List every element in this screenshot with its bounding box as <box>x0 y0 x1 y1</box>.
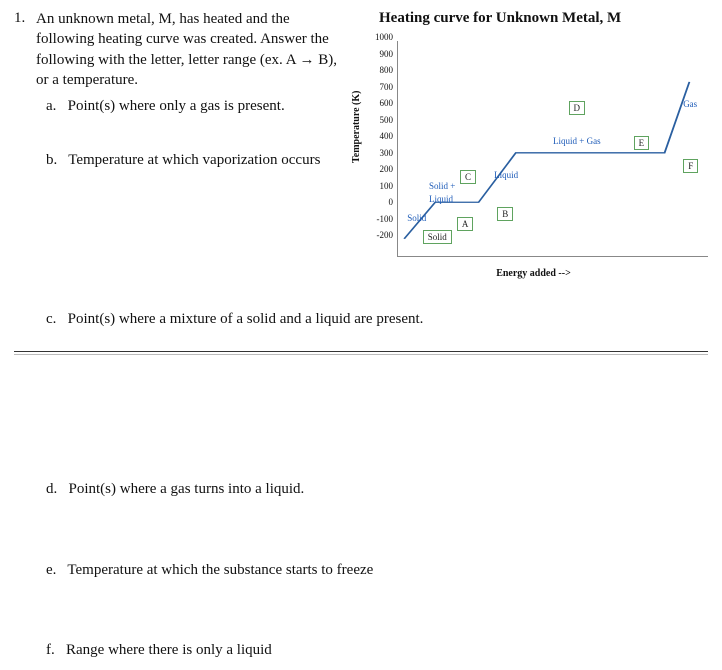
part-e-text: Temperature at which the substance start… <box>67 562 373 578</box>
label-E: E <box>634 136 650 150</box>
part-d: d. Point(s) where a gas turns into a liq… <box>64 479 708 499</box>
part-d-letter: d. <box>46 481 57 497</box>
part-c-letter: c. <box>46 311 56 327</box>
part-b: b. Temperature at which vaporization occ… <box>64 150 349 170</box>
y-axis-label: Temperature (K) <box>351 91 362 164</box>
label-B: B <box>497 207 513 221</box>
question-stem: An unknown metal, M, has heated and the … <box>36 9 349 90</box>
seg-solid: Solid <box>407 213 426 223</box>
question-number: 1. <box>14 10 36 27</box>
x-axis-label: Energy added --> <box>359 268 708 279</box>
part-a: a. Point(s) where only a gas is present. <box>64 96 349 116</box>
part-f-text: Range where there is only a liquid <box>66 642 272 658</box>
seg-gas: Gas <box>683 99 697 109</box>
seg-liquid: Liquid <box>494 170 518 180</box>
heating-curve-chart: Temperature (K) 1000 900 800 700 600 500… <box>359 33 708 293</box>
seg-liquid-gas: Liquid + Gas <box>553 136 601 146</box>
part-a-letter: a. <box>46 98 56 114</box>
label-C: C <box>460 170 476 184</box>
curve-svg <box>398 41 708 256</box>
part-f-letter: f. <box>46 642 55 658</box>
part-f: f. Range where there is only a liquid <box>64 640 708 660</box>
divider-1b <box>14 354 708 355</box>
seg-solid-liquid-2: Liquid <box>429 194 453 204</box>
chart-title: Heating curve for Unknown Metal, M <box>379 10 708 27</box>
part-c-text: Point(s) where a mixture of a solid and … <box>68 311 424 327</box>
label-F: F <box>683 159 698 173</box>
part-a-text: Point(s) where only a gas is present. <box>68 98 285 114</box>
label-A: A <box>457 217 474 231</box>
part-b-text: Temperature at which vaporization occurs <box>68 152 320 168</box>
part-d-text: Point(s) where a gas turns into a liquid… <box>69 481 305 497</box>
part-e: e. Temperature at which the substance st… <box>64 560 708 580</box>
divider-1 <box>14 351 708 352</box>
seg-solid-liquid-1: Solid + <box>429 181 455 191</box>
label-solid-anchor: Solid <box>423 230 452 244</box>
part-c: c. Point(s) where a mixture of a solid a… <box>64 309 708 329</box>
part-e-letter: e. <box>46 562 56 578</box>
label-D: D <box>569 101 586 115</box>
y-axis-ticks: 1000 900 800 700 600 500 400 300 200 100… <box>367 33 393 248</box>
plot-area: Solid Solid + Liquid Liquid Liquid + Gas… <box>397 41 708 257</box>
part-b-letter: b. <box>46 152 57 168</box>
